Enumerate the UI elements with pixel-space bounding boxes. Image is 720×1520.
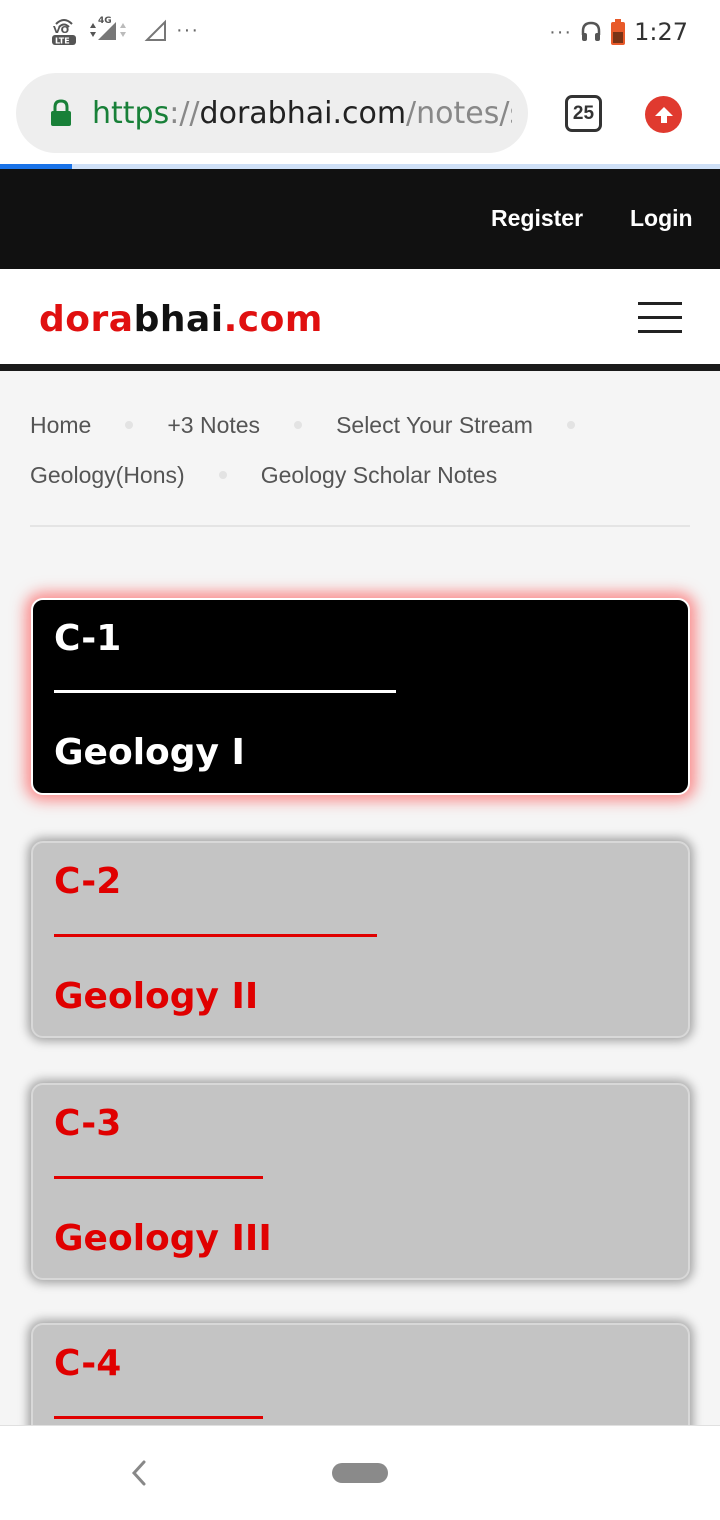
browser-toolbar: https://dorabhai.com/notes/s 25 [0, 66, 720, 164]
battery-icon [611, 19, 626, 45]
breadcrumb-row: Geology(Hons) Geology Scholar Notes [30, 450, 690, 500]
upload-button[interactable] [645, 96, 682, 133]
card-code: C-2 [54, 861, 122, 902]
page: VO LTE 4G ··· ··· 1:27 https://dorabhai.… [0, 0, 720, 1520]
url-scheme: https [92, 95, 170, 131]
status-time: 1:27 [634, 18, 688, 46]
register-link[interactable]: Register [491, 205, 583, 232]
site-header: dorabhai.com [0, 269, 720, 364]
signal-4g-icon: 4G [90, 16, 126, 40]
url-separator: :// [169, 95, 200, 131]
breadcrumb-divider [30, 525, 690, 527]
card-divider [54, 1416, 263, 1419]
card-divider [54, 934, 377, 937]
breadcrumb: Home +3 Notes Select Your Stream Geology… [30, 400, 690, 500]
svg-text:LTE: LTE [55, 37, 70, 46]
breadcrumb-separator [218, 471, 227, 479]
breadcrumb-select-stream[interactable]: Select Your Stream [336, 412, 533, 439]
header-border [0, 364, 720, 371]
breadcrumb-plus3-notes[interactable]: +3 Notes [167, 412, 260, 439]
logo-part-com: .com [223, 299, 323, 340]
breadcrumb-separator [566, 421, 575, 429]
status-left: VO LTE 4G ··· [50, 14, 199, 46]
site-logo[interactable]: dorabhai.com [39, 299, 323, 340]
status-bar: VO LTE 4G ··· ··· 1:27 [0, 0, 720, 66]
url-path: /notes/s [406, 95, 512, 131]
svg-text:VO: VO [53, 25, 69, 36]
breadcrumb-current: Geology Scholar Notes [260, 461, 498, 488]
menu-icon-bar [638, 330, 682, 333]
card-code: C-3 [54, 1103, 122, 1144]
breadcrumb-row: Home +3 Notes Select Your Stream [30, 400, 690, 450]
card-divider [54, 1176, 263, 1179]
card-title: Geology I [54, 732, 245, 773]
status-more-right: ··· [549, 20, 573, 43]
back-icon[interactable] [128, 1456, 152, 1490]
menu-button[interactable] [638, 302, 682, 334]
card-code: C-4 [54, 1343, 122, 1384]
login-link[interactable]: Login [630, 205, 693, 232]
signal-empty-icon [144, 19, 166, 41]
headphones-icon [581, 21, 601, 41]
breadcrumb-separator [125, 421, 134, 429]
logo-part-dora: dora [39, 299, 134, 340]
url-host: dorabhai.com [199, 95, 407, 131]
status-more-left: ··· [176, 18, 199, 41]
arrow-up-icon [654, 106, 673, 123]
card-title: Geology II [54, 976, 259, 1017]
card-code: C-1 [54, 618, 122, 659]
breadcrumb-geology-hons[interactable]: Geology(Hons) [30, 462, 185, 489]
status-right: ··· 1:27 [549, 18, 688, 46]
card-title: Geology III [54, 1218, 272, 1259]
card-divider [54, 690, 396, 693]
svg-text:4G: 4G [98, 16, 112, 26]
course-card-c3[interactable]: C-3 Geology III [31, 1083, 690, 1280]
menu-icon-bar [638, 302, 682, 305]
home-gesture-pill[interactable] [332, 1463, 388, 1483]
tab-switcher-button[interactable]: 25 [565, 95, 602, 132]
breadcrumb-home[interactable]: Home [30, 412, 91, 439]
address-bar[interactable]: https://dorabhai.com/notes/s [16, 73, 528, 153]
system-nav-bar [0, 1425, 720, 1520]
menu-icon-bar [638, 316, 682, 319]
volte-icon: VO LTE [52, 19, 76, 46]
logo-part-bhai: bhai [133, 299, 224, 340]
top-nav: Register Login [0, 169, 720, 269]
course-card-c1[interactable]: C-1 Geology I [31, 598, 690, 795]
breadcrumb-separator [294, 421, 303, 429]
lock-icon [51, 99, 71, 126]
url-text[interactable]: https://dorabhai.com/notes/s [92, 96, 512, 131]
course-card-c2[interactable]: C-2 Geology II [31, 841, 690, 1038]
